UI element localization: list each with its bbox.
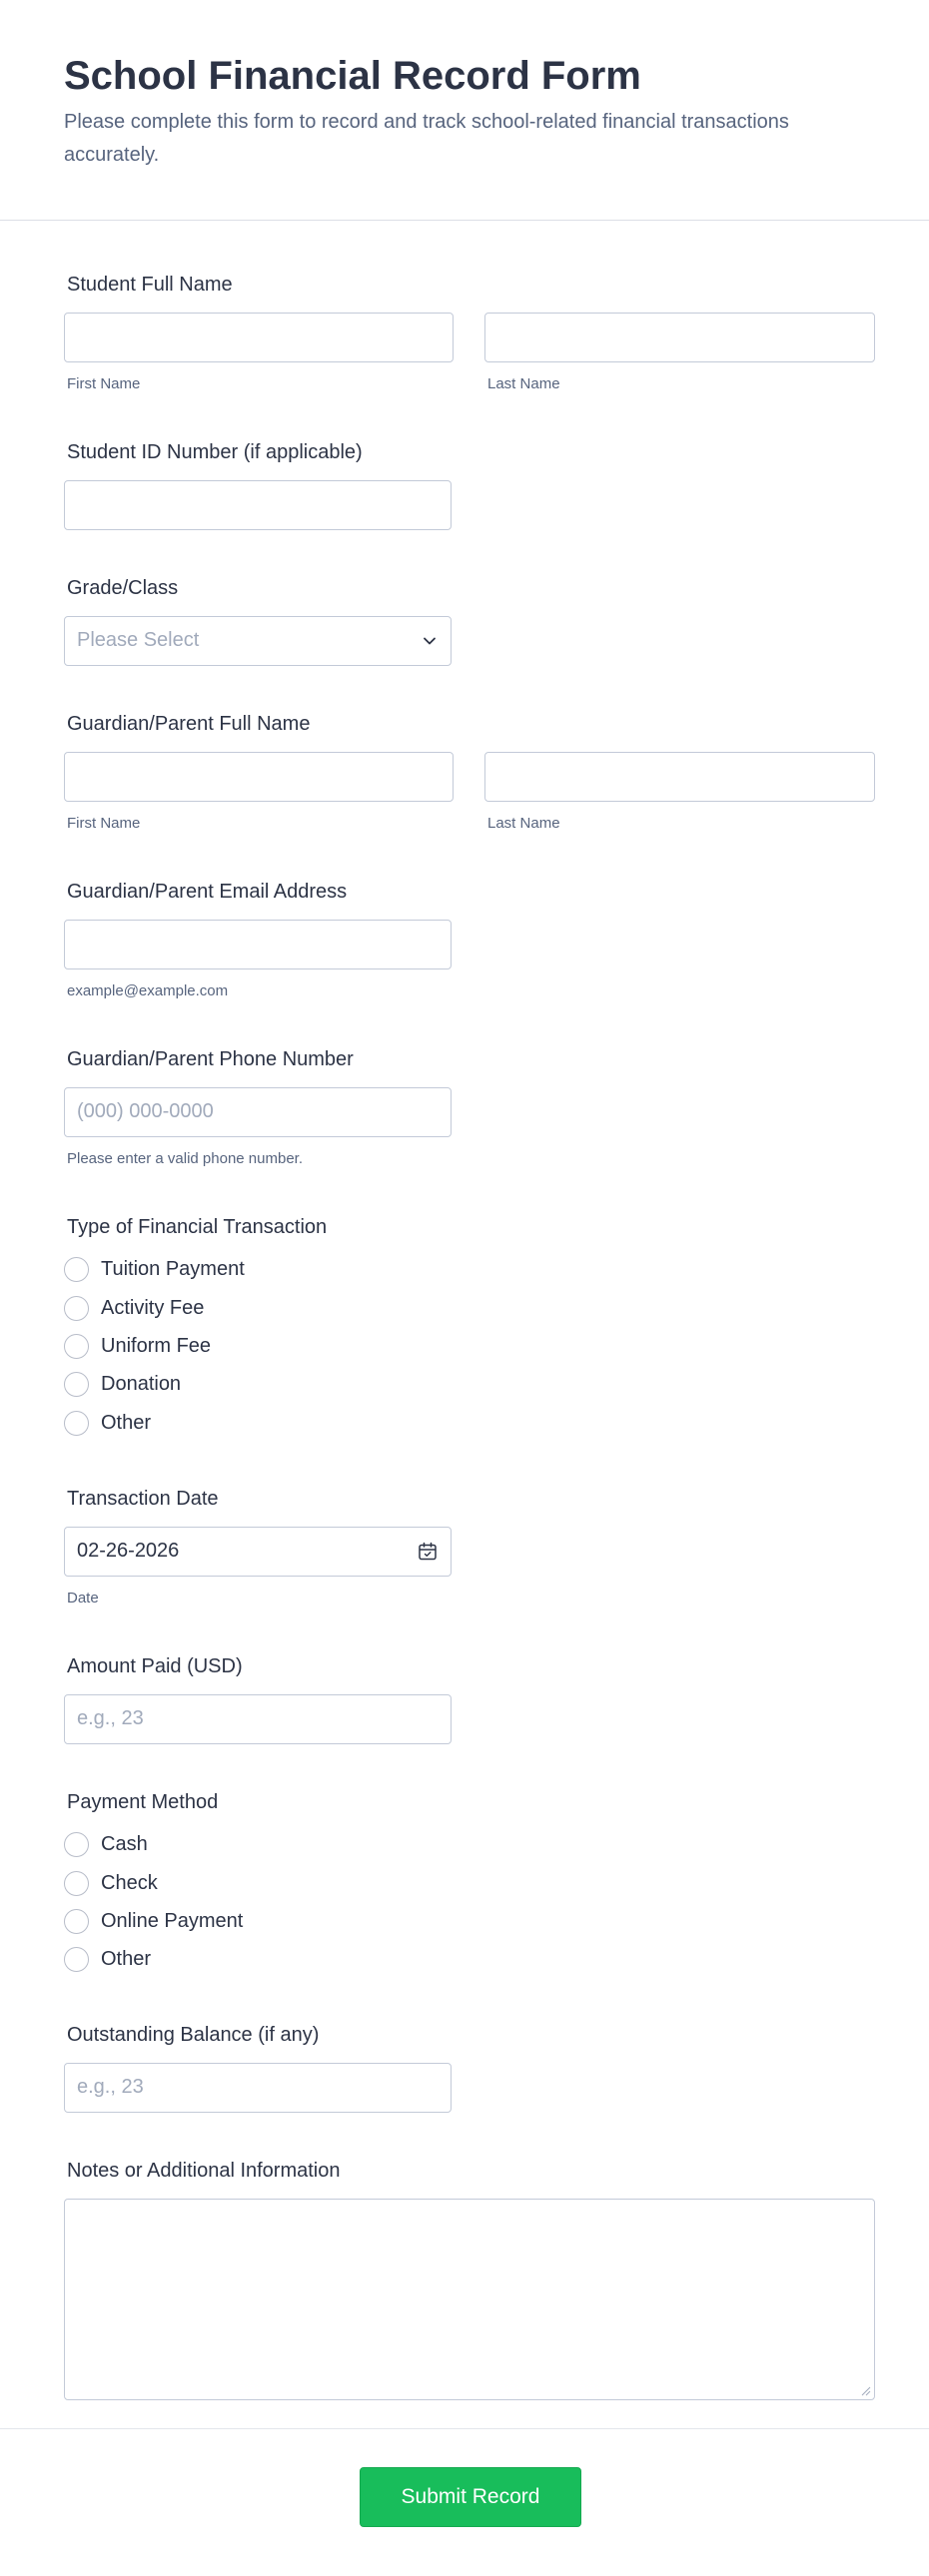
page-subtitle: Please complete this form to record and … <box>64 111 789 166</box>
guardian-phone-label: Guardian/Parent Phone Number <box>67 1048 354 1070</box>
radio-button[interactable] <box>64 1333 89 1359</box>
guardian-phone-placeholder: (000) 000-0000 <box>77 1100 214 1122</box>
amount-paid-input[interactable]: e.g., 23 <box>64 1694 452 1744</box>
student-id-section: Student ID Number (if applicable) <box>64 439 875 539</box>
radio-label: Donation <box>101 1372 182 1395</box>
radio-button[interactable] <box>64 1410 89 1436</box>
radio-label: Activity Fee <box>101 1296 205 1319</box>
payment-method-option-online[interactable]: Online Payment <box>64 1907 243 1935</box>
payment-method-label: Payment Method <box>67 1791 219 1813</box>
form-page: School Financial Record Form Please comp… <box>0 0 929 2576</box>
form-header: School Financial Record Form Please comp… <box>0 0 929 221</box>
amount-paid-label: Amount Paid (USD) <box>67 1655 243 1677</box>
grade-label: Grade/Class <box>67 577 179 599</box>
guardian-name-label: Guardian/Parent Full Name <box>67 713 311 735</box>
transaction-type-option-other[interactable]: Other <box>64 1409 151 1437</box>
payment-method-option-other[interactable]: Other <box>64 1945 151 1973</box>
guardian-email-input[interactable] <box>64 920 452 969</box>
radio-label: Other <box>101 1411 152 1434</box>
student-last-name-input[interactable] <box>484 313 875 362</box>
transaction-type-option-uniform[interactable]: Uniform Fee <box>64 1332 211 1360</box>
guardian-first-name-sublabel: First Name <box>67 815 141 832</box>
radio-button[interactable] <box>64 1870 89 1896</box>
transaction-date-section: Transaction Date 02-26-2026 Date <box>64 1486 875 1615</box>
guardian-phone-section: Guardian/Parent Phone Number (000) 000-0… <box>64 1046 875 1176</box>
guardian-email-sublabel: example@example.com <box>67 982 229 999</box>
radio-label: Online Payment <box>101 1909 244 1932</box>
radio-label: Check <box>101 1871 158 1894</box>
calendar-icon[interactable] <box>417 1541 439 1563</box>
student-first-name-input[interactable] <box>64 313 454 362</box>
grade-section: Grade/Class Please Select <box>64 575 875 675</box>
transaction-type-label: Type of Financial Transaction <box>67 1216 328 1238</box>
radio-button[interactable] <box>64 1371 89 1397</box>
payment-method-option-check[interactable]: Check <box>64 1869 158 1897</box>
radio-button[interactable] <box>64 1295 89 1321</box>
student-last-name-sublabel: Last Name <box>487 375 560 392</box>
payment-method-option-cash[interactable]: Cash <box>64 1830 148 1858</box>
grade-select-placeholder: Please Select <box>77 629 200 651</box>
notes-textarea[interactable] <box>64 2199 875 2400</box>
page-title: School Financial Record Form <box>64 54 641 98</box>
transaction-type-option-activity[interactable]: Activity Fee <box>64 1294 204 1322</box>
radio-label: Other <box>101 1947 152 1970</box>
radio-label: Cash <box>101 1832 148 1855</box>
student-name-label: Student Full Name <box>67 274 233 296</box>
radio-button[interactable] <box>64 1908 89 1934</box>
radio-label: Tuition Payment <box>101 1257 245 1280</box>
radio-button[interactable] <box>64 1831 89 1857</box>
student-id-input[interactable] <box>64 480 452 530</box>
amount-paid-placeholder: e.g., 23 <box>77 1707 144 1729</box>
form-footer: Submit Record <box>0 2428 929 2576</box>
transaction-type-option-donation[interactable]: Donation <box>64 1370 181 1398</box>
guardian-first-name-input[interactable] <box>64 752 454 802</box>
notes-section: Notes or Additional Information <box>64 2158 875 2401</box>
outstanding-balance-label: Outstanding Balance (if any) <box>67 2024 320 2046</box>
outstanding-balance-placeholder: e.g., 23 <box>77 2076 144 2098</box>
radio-button[interactable] <box>64 1946 89 1972</box>
grade-select[interactable]: Please Select <box>64 616 452 666</box>
guardian-name-section: Guardian/Parent Full Name First Name Las… <box>64 711 875 841</box>
submit-button[interactable]: Submit Record <box>360 2467 581 2527</box>
radio-label: Uniform Fee <box>101 1334 212 1357</box>
payment-method-section: Payment Method Cash Check Online Payment… <box>64 1789 875 1979</box>
guardian-email-section: Guardian/Parent Email Address example@ex… <box>64 879 875 1008</box>
student-name-section: Student Full Name First Name Last Name <box>64 272 875 401</box>
student-first-name-sublabel: First Name <box>67 375 141 392</box>
guardian-last-name-input[interactable] <box>484 752 875 802</box>
notes-label: Notes or Additional Information <box>67 2160 341 2182</box>
student-id-label: Student ID Number (if applicable) <box>67 441 363 463</box>
transaction-date-input[interactable]: 02-26-2026 <box>64 1527 452 1577</box>
radio-button[interactable] <box>64 1256 89 1282</box>
transaction-date-label: Transaction Date <box>67 1488 219 1510</box>
outstanding-balance-section: Outstanding Balance (if any) e.g., 23 <box>64 2022 875 2122</box>
guardian-phone-input[interactable]: (000) 000-0000 <box>64 1087 452 1137</box>
chevron-down-icon <box>424 637 436 645</box>
outstanding-balance-input[interactable]: e.g., 23 <box>64 2063 452 2113</box>
guardian-phone-sublabel: Please enter a valid phone number. <box>67 1150 303 1167</box>
amount-paid-section: Amount Paid (USD) e.g., 23 <box>64 1653 875 1753</box>
transaction-date-value: 02-26-2026 <box>77 1540 180 1562</box>
transaction-type-option-tuition[interactable]: Tuition Payment <box>64 1255 245 1283</box>
guardian-last-name-sublabel: Last Name <box>487 815 560 832</box>
resize-handle-icon[interactable] <box>859 2384 871 2396</box>
transaction-date-sublabel: Date <box>67 1590 99 1607</box>
guardian-email-label: Guardian/Parent Email Address <box>67 881 348 903</box>
transaction-type-section: Type of Financial Transaction Tuition Pa… <box>64 1214 875 1444</box>
